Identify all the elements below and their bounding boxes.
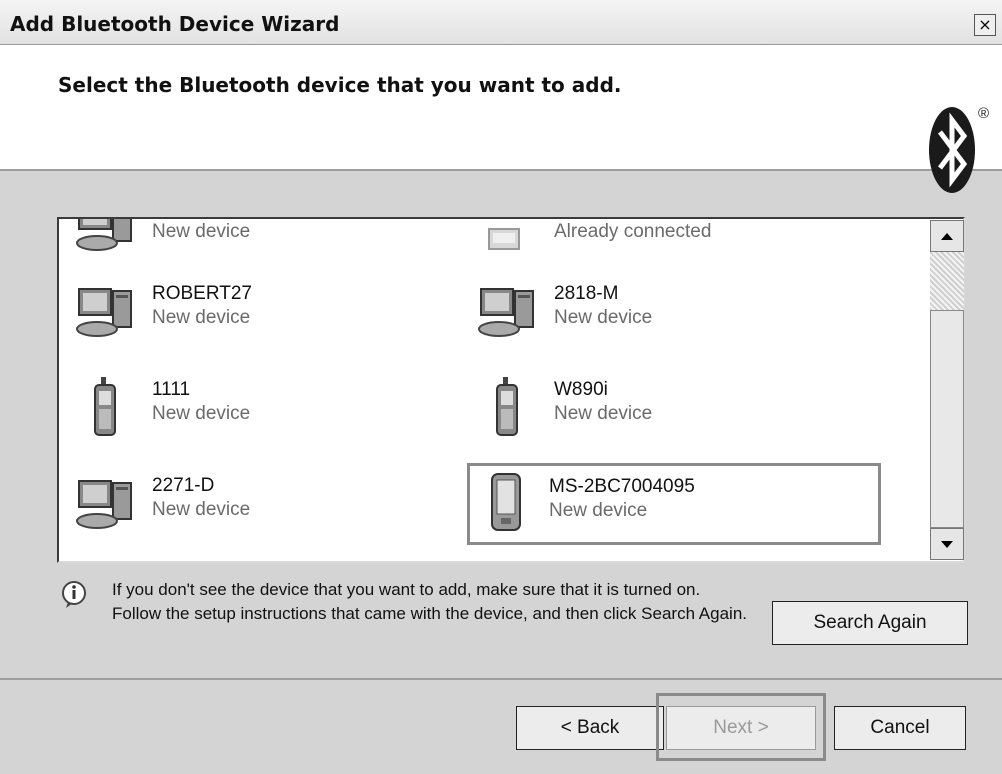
- footer-divider: [0, 678, 1002, 680]
- device-name: ROBERT27: [152, 283, 252, 304]
- window-title: Add Bluetooth Device Wizard: [10, 12, 340, 36]
- device-status: New device: [152, 403, 251, 424]
- arrow-down-icon: [941, 541, 953, 548]
- cancel-button[interactable]: Cancel: [834, 706, 966, 750]
- device-name: 1111: [152, 379, 191, 400]
- device-status: Already connected: [554, 221, 712, 242]
- device-item-ms-2bc7004095[interactable]: MS-2BC7004095 New device: [467, 463, 881, 545]
- phone-icon: [94, 377, 116, 436]
- close-button[interactable]: ×: [974, 14, 996, 36]
- device-item-robert27[interactable]: ROBERT27 New device: [67, 277, 427, 347]
- search-again-button[interactable]: Search Again: [772, 601, 968, 645]
- device-item-w890i[interactable]: W890i New device: [469, 373, 829, 443]
- phone-icon: [496, 377, 518, 436]
- device-item-2271-d[interactable]: 2271-D New device: [67, 469, 427, 539]
- scroll-track[interactable]: [930, 252, 964, 310]
- scroll-down-button[interactable]: [930, 528, 964, 560]
- registered-mark: ®: [978, 105, 990, 122]
- printer-icon: [488, 228, 520, 250]
- device-list-scrollbar[interactable]: [930, 220, 964, 560]
- arrow-up-icon: [941, 233, 953, 240]
- device-name: 2271-D: [152, 475, 215, 496]
- device-list[interactable]: New device Already connected ROBERT27 Ne…: [57, 217, 965, 563]
- bluetooth-logo-icon: [929, 107, 975, 193]
- device-item[interactable]: Already connected: [469, 219, 829, 261]
- device-status: New device: [152, 221, 251, 242]
- device-name: 2818-M: [554, 283, 619, 304]
- scroll-up-button[interactable]: [930, 220, 964, 252]
- scroll-thumb[interactable]: [930, 310, 964, 528]
- device-status: New device: [549, 500, 648, 521]
- title-bar: Add Bluetooth Device Wizard ×: [0, 0, 1002, 45]
- next-button[interactable]: Next >: [666, 706, 816, 750]
- device-status: New device: [152, 307, 251, 328]
- wizard-header: Select the Bluetooth device that you wan…: [0, 45, 1002, 193]
- device-status: New device: [152, 499, 251, 520]
- device-item-2818-m[interactable]: 2818-M New device: [469, 277, 829, 347]
- pda-icon: [491, 473, 521, 531]
- device-item[interactable]: New device: [67, 219, 427, 261]
- computer-icon: [76, 480, 132, 529]
- info-message: If you don't see the device that you wan…: [112, 580, 748, 623]
- computer-icon: [478, 288, 534, 337]
- back-button[interactable]: < Back: [516, 706, 664, 750]
- device-status: New device: [554, 307, 653, 328]
- computer-icon: [76, 288, 132, 337]
- device-name: MS-2BC7004095: [549, 476, 695, 497]
- device-name: W890i: [554, 379, 608, 400]
- device-item-1111[interactable]: 1111 New device: [67, 373, 427, 443]
- page-title: Select the Bluetooth device that you wan…: [58, 73, 622, 97]
- device-status: New device: [554, 403, 653, 424]
- info-icon: [62, 581, 86, 608]
- computer-icon: [76, 219, 132, 251]
